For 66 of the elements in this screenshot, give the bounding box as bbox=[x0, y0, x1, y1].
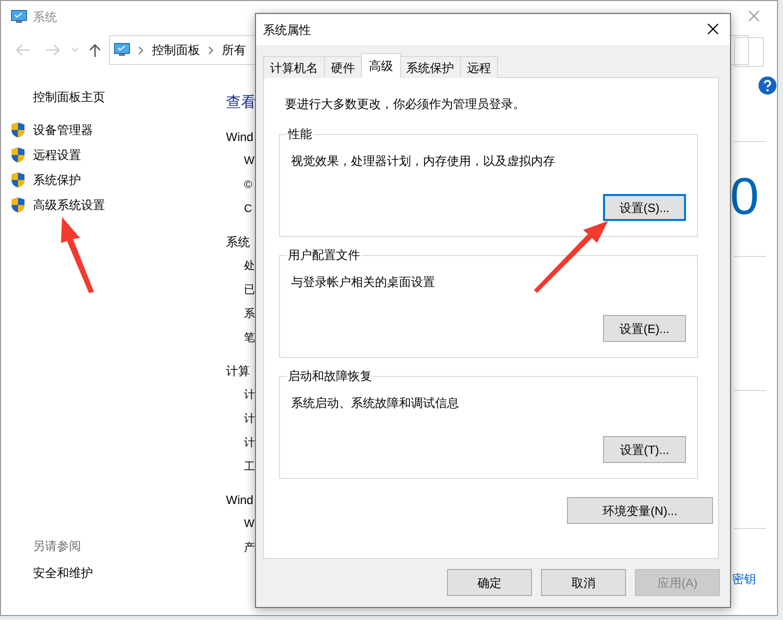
shield-icon bbox=[11, 172, 25, 188]
section-label: 另请参阅 bbox=[33, 538, 82, 555]
monitor-icon bbox=[114, 43, 130, 57]
shield-icon bbox=[11, 196, 25, 212]
sidebar-link[interactable]: 设备管理器 bbox=[33, 120, 93, 138]
group-title: 启动和故障恢复 bbox=[287, 368, 373, 384]
section-heading: 系统 bbox=[226, 234, 251, 251]
info-text: 笔 bbox=[243, 331, 256, 346]
shield-icon bbox=[11, 146, 25, 162]
info-text: 计 bbox=[243, 436, 256, 451]
info-text: 计 bbox=[243, 388, 256, 403]
info-text: 工 bbox=[243, 460, 256, 475]
tab[interactable]: 计算机名 bbox=[263, 56, 325, 78]
back-arrow-icon[interactable] bbox=[15, 44, 31, 56]
page-heading: 查看 bbox=[226, 93, 256, 113]
close-icon bbox=[748, 10, 760, 22]
tab[interactable]: 系统保护 bbox=[399, 56, 461, 78]
sidebar-link[interactable]: 控制面板主页 bbox=[33, 88, 226, 106]
info-text: 已 bbox=[243, 283, 256, 298]
dialog-button[interactable]: 取消 bbox=[541, 569, 626, 596]
tab[interactable]: 高级 bbox=[361, 53, 401, 78]
admin-notice: 要进行大多数更改，你必须作为管理员登录。 bbox=[284, 96, 526, 113]
sidebar-link[interactable]: 安全和维护 bbox=[33, 564, 93, 582]
chevron-down-icon[interactable] bbox=[71, 47, 79, 53]
settings-button[interactable]: 设置(S)... bbox=[603, 194, 686, 221]
group-description: 视觉效果，处理器计划，内存使用，以及虚拟内存 bbox=[291, 153, 555, 170]
group-description: 系统启动、系统故障和调试信息 bbox=[291, 395, 459, 412]
window-title: 系统 bbox=[33, 9, 57, 26]
sidebar-link[interactable]: 高级系统设置 bbox=[33, 196, 105, 214]
section-heading: Wind bbox=[226, 129, 254, 146]
info-text: 计 bbox=[243, 412, 256, 427]
info-text: C bbox=[243, 202, 253, 217]
environment-variables-button[interactable]: 环境变量(N)... bbox=[567, 497, 713, 524]
sidebar-link[interactable]: 系统保护 bbox=[33, 170, 81, 188]
breadcrumb[interactable]: 所有 bbox=[222, 41, 246, 59]
dialog-title: 系统属性 bbox=[263, 22, 311, 38]
tab[interactable]: 远程 bbox=[460, 56, 498, 78]
group-description: 与登录帐户相关的桌面设置 bbox=[291, 274, 435, 291]
up-arrow-icon[interactable] bbox=[89, 43, 101, 57]
settings-button[interactable]: 设置(T)... bbox=[603, 436, 686, 463]
tab[interactable]: 硬件 bbox=[324, 56, 362, 78]
dialog-button: 应用(A) bbox=[635, 569, 720, 596]
chevron-right-icon bbox=[138, 46, 144, 54]
monitor-icon bbox=[11, 10, 27, 24]
product-key-link[interactable]: 密钥 bbox=[732, 570, 756, 588]
settings-button[interactable]: 设置(E)... bbox=[603, 315, 686, 342]
info-text: 处 bbox=[243, 259, 256, 274]
breadcrumb[interactable]: 控制面板 bbox=[152, 41, 200, 59]
sidebar-link[interactable]: 远程设置 bbox=[33, 146, 81, 164]
search-field[interactable] bbox=[734, 37, 764, 67]
section-heading: 计算 bbox=[226, 363, 251, 380]
windows-version-digit: 0 bbox=[730, 167, 759, 227]
group-title: 性能 bbox=[287, 126, 313, 142]
chevron-right-icon bbox=[208, 46, 214, 54]
info-text: © bbox=[243, 178, 254, 193]
info-text: W bbox=[243, 517, 256, 532]
forward-arrow-icon[interactable] bbox=[45, 44, 61, 56]
info-text: 产 bbox=[243, 540, 256, 556]
group-title: 用户配置文件 bbox=[287, 247, 361, 263]
shield-icon bbox=[11, 122, 25, 138]
dialog-button[interactable]: 确定 bbox=[447, 569, 532, 596]
info-text: 系 bbox=[243, 306, 256, 322]
section-heading: Wind bbox=[226, 492, 254, 509]
info-text: W bbox=[243, 154, 256, 169]
close-icon bbox=[707, 23, 719, 35]
help-icon[interactable] bbox=[758, 76, 777, 95]
